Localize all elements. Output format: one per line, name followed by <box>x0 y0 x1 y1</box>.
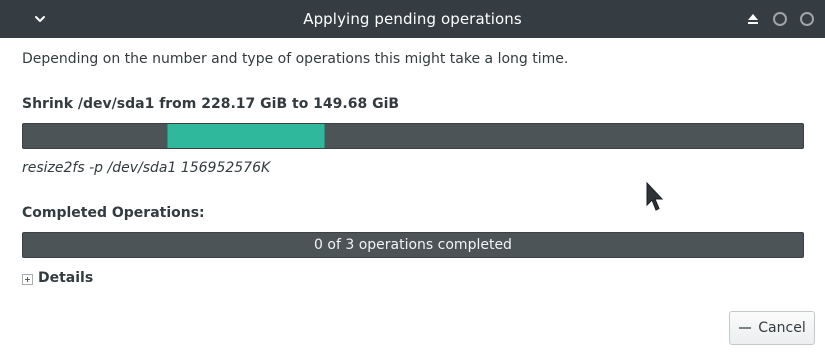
completed-operations-progress-text: 0 of 3 operations completed <box>314 237 512 253</box>
title-bar: Applying pending operations <box>0 0 825 38</box>
current-operation-progress-bar <box>22 123 804 149</box>
maximize-button[interactable] <box>800 12 814 26</box>
completed-operations-title: Completed Operations: <box>22 205 205 221</box>
minimize-button[interactable] <box>773 12 787 26</box>
plus-box-icon <box>22 273 33 285</box>
current-command-text: resize2fs -p /dev/sda1 156952576K <box>22 160 271 176</box>
current-operation-progress-fill <box>166 124 325 148</box>
details-expander[interactable]: Details <box>22 270 93 286</box>
current-operation-title: Shrink /dev/sda1 from 228.17 GiB to 149.… <box>22 96 400 112</box>
details-label: Details <box>38 270 94 286</box>
completed-operations-progress-bar: 0 of 3 operations completed <box>22 232 804 258</box>
eject-icon[interactable] <box>745 10 761 28</box>
cancel-label: Cancel <box>758 320 806 336</box>
minus-icon <box>738 321 752 335</box>
window-title: Applying pending operations <box>303 10 522 28</box>
mouse-cursor-icon <box>644 181 666 213</box>
description-text: Depending on the number and type of oper… <box>22 51 569 67</box>
cancel-button[interactable]: Cancel <box>729 311 815 345</box>
